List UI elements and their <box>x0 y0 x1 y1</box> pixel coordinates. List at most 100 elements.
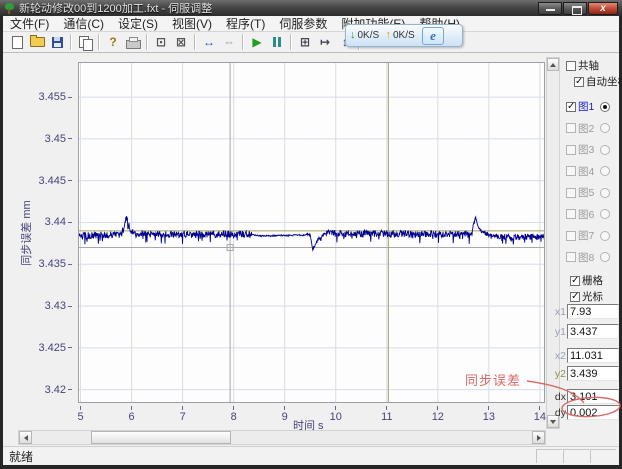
graph3-checkbox[interactable] <box>566 145 576 155</box>
x-tick-label: 7 <box>171 406 195 423</box>
cursor-checkbox[interactable]: ✓ <box>570 292 580 302</box>
grid-checkbox[interactable]: ✓ <box>570 276 580 286</box>
graph-row-2: 图2 <box>566 121 610 136</box>
graph5-radio[interactable] <box>600 188 610 198</box>
horizontal-scrollbar-thumb[interactable] <box>91 431 231 444</box>
graph3-radio[interactable] <box>600 145 610 155</box>
app-icon <box>4 3 15 14</box>
plot-canvas[interactable] <box>78 62 545 403</box>
shrink-horizontal-icon: ⇔ <box>223 35 235 49</box>
x-tick-label: 6 <box>120 406 144 423</box>
dy-field-row: dy <box>553 405 619 420</box>
toolbar-print-button[interactable] <box>124 33 143 51</box>
y2-label: y2 <box>553 368 566 380</box>
graph8-checkbox[interactable] <box>566 252 576 262</box>
graph8-radio[interactable] <box>600 252 610 262</box>
menu-item-1[interactable]: 文件(F) <box>3 17 56 31</box>
open-file-icon <box>30 37 45 47</box>
graph5-label: 图5 <box>578 185 598 200</box>
graph7-checkbox[interactable] <box>566 231 576 241</box>
menu-item-2[interactable]: 通信(C) <box>56 17 111 31</box>
toolbar-expand-horizontal-button[interactable]: ↔ <box>200 33 219 51</box>
y2-field-row: y2 <box>553 366 619 381</box>
toolbar-separator <box>70 34 72 50</box>
x-tick-label: 9 <box>273 406 297 423</box>
scroll-right-button[interactable] <box>532 431 545 444</box>
scroll-left-button[interactable] <box>19 431 32 444</box>
cursor-row: ✓光标 <box>570 289 603 304</box>
toolbar-new-file-button[interactable] <box>8 33 27 51</box>
graph4-checkbox[interactable] <box>566 166 576 176</box>
zoom-fit-icon: ⊞ <box>300 35 310 49</box>
minimize-button[interactable] <box>538 2 562 15</box>
graph-row-6: 图6 <box>566 207 610 222</box>
menu-item-6[interactable]: 伺服参数 <box>272 17 334 31</box>
dy-label: dy <box>553 407 566 419</box>
graph1-radio[interactable] <box>600 102 610 112</box>
close-button[interactable]: x <box>588 2 618 15</box>
toolbar-run-button[interactable]: ▶ <box>248 33 267 51</box>
toolbar-copy-button[interactable] <box>76 33 95 51</box>
toolbar-zoom-x-button[interactable]: ↦ <box>316 33 335 51</box>
auto-axis-row: ✓自动坐标 <box>574 74 622 89</box>
auto-axis-checkbox[interactable]: ✓ <box>574 77 584 87</box>
x1-input[interactable] <box>567 304 619 319</box>
menu-item-4[interactable]: 视图(V) <box>165 17 219 31</box>
download-arrow-icon: ↓ <box>350 30 356 41</box>
graph1-checkbox[interactable]: ✓ <box>566 102 576 112</box>
y-axis-label: 同步误差 mm <box>18 188 34 278</box>
graph2-radio[interactable] <box>600 123 610 133</box>
toolbar-pause-button[interactable] <box>268 33 287 51</box>
toolbar-window-tile-button[interactable]: ⊡ <box>152 33 171 51</box>
graph2-label: 图2 <box>578 121 598 136</box>
graph6-checkbox[interactable] <box>566 209 576 219</box>
graph7-radio[interactable] <box>600 231 610 241</box>
toolbar-open-file-button[interactable] <box>28 33 47 51</box>
coaxial-checkbox[interactable] <box>566 61 576 71</box>
graph-row-7: 图7 <box>566 228 610 243</box>
copy-icon <box>79 36 89 48</box>
window-title: 新轮动修改00到1200加工.fxt - 伺服调整 <box>19 0 212 16</box>
status-cell <box>563 449 589 463</box>
dx-input[interactable] <box>567 389 619 404</box>
x-tick-label: 13 <box>477 406 501 423</box>
arrow-right-icon <box>537 435 541 441</box>
graph4-radio[interactable] <box>600 166 610 176</box>
toolbar-zoom-fit-button[interactable]: ⊞ <box>296 33 315 51</box>
y2-input[interactable] <box>567 366 619 381</box>
graph4-label: 图4 <box>578 164 598 179</box>
upload-rate: 0K/S <box>393 30 419 41</box>
x-tick-label: 14 <box>528 406 552 423</box>
browser-icon[interactable]: e <box>422 27 444 45</box>
toolbar-shrink-horizontal-button[interactable]: ⇔ <box>220 33 239 51</box>
toolbar: ?⊡⊠↔⇔▶⊞↦↕ <box>3 32 619 53</box>
menu-item-3[interactable]: 设定(S) <box>111 17 165 31</box>
toolbar-help-button[interactable]: ? <box>104 33 123 51</box>
pause-icon <box>273 37 281 47</box>
graph6-radio[interactable] <box>600 209 610 219</box>
title-bar: 新轮动修改00到1200加工.fxt - 伺服调整 x <box>0 0 622 16</box>
close-icon: x <box>589 3 617 14</box>
maximize-button[interactable] <box>563 2 587 15</box>
y1-input[interactable] <box>567 324 619 339</box>
y-tick-label: 3.435 <box>38 258 72 270</box>
window-controls: x <box>538 2 618 15</box>
toolbar-window-cascade-button[interactable]: ⊠ <box>172 33 191 51</box>
graph5-checkbox[interactable] <box>566 188 576 198</box>
menu-item-5[interactable]: 程序(T) <box>219 17 272 31</box>
x2-input[interactable] <box>567 348 619 363</box>
zoom-x-icon: ↦ <box>320 35 330 49</box>
horizontal-scrollbar[interactable] <box>18 430 546 445</box>
menu-bar: 文件(F)通信(C)设定(S)视图(V)程序(T)伺服参数附加功能(E)帮助(H… <box>3 16 619 32</box>
toolbar-save-file-button[interactable] <box>48 33 67 51</box>
minimize-icon <box>546 9 555 11</box>
new-file-icon <box>12 36 23 49</box>
y-tick-label: 3.425 <box>38 342 72 354</box>
x-tick-label: 11 <box>375 406 399 423</box>
graph2-checkbox[interactable] <box>566 123 576 133</box>
y-tick-label: 3.455 <box>38 91 72 103</box>
coaxial-row: 共轴 <box>566 58 599 73</box>
dx-field-row: dx <box>553 389 619 404</box>
dy-input[interactable] <box>567 405 619 420</box>
scroll-up-button[interactable] <box>547 58 559 71</box>
